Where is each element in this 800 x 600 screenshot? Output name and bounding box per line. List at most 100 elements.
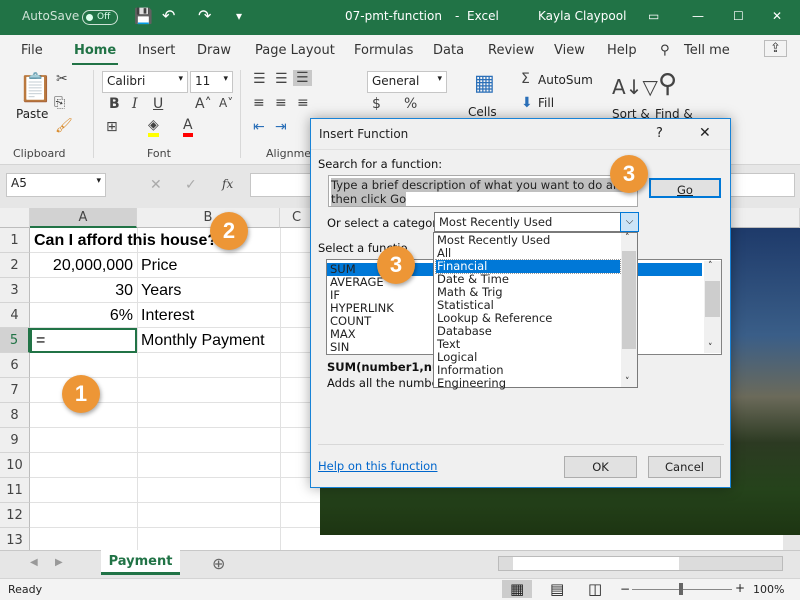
cell-b2[interactable]: Price [137,253,181,278]
row-header-10[interactable]: 10 [0,453,30,478]
category-option[interactable]: Database [436,325,620,338]
row-header-4[interactable]: 4 [0,303,30,328]
fill-color-icon[interactable]: ◈ [148,117,159,137]
tab-view[interactable]: View [554,43,585,58]
cell-a4[interactable]: 6% [30,303,137,328]
undo-icon[interactable]: ↶ [162,6,175,25]
category-scrollbar[interactable]: ˄ ˅ [621,233,637,387]
row-header-7[interactable]: 7 [0,378,30,403]
paste-button[interactable]: Paste [16,107,48,121]
zoom-out-icon[interactable]: − [620,582,630,596]
row-header-12[interactable]: 12 [0,503,30,528]
tab-help[interactable]: Help [607,43,637,58]
decrease-indent-icon[interactable]: ⇤ [253,119,265,135]
increase-font-icon[interactable]: A˄ [195,96,212,112]
cell-b3[interactable]: Years [137,278,185,303]
zoom-in-icon[interactable]: + [735,581,745,595]
decrease-font-icon[interactable]: A˅ [219,96,233,110]
bottom-align-icon[interactable]: ☰ [293,70,312,86]
currency-icon[interactable]: $ [372,96,381,112]
top-align-icon[interactable]: ☰ [253,71,266,87]
ok-button[interactable]: OK [564,456,637,478]
minimize-icon[interactable]: — [692,9,704,23]
cell-a5[interactable]: = [30,328,137,353]
function-list-scrollbar[interactable]: ˄ ˅ [704,261,721,353]
close-icon[interactable]: ✕ [772,9,782,23]
search-icon[interactable]: ⚲ [660,43,670,58]
borders-icon[interactable]: ⊞ [106,119,118,135]
new-sheet-icon[interactable]: ⊕ [212,554,225,573]
column-header-a[interactable]: A [30,208,137,228]
row-header-1[interactable]: 1 [0,228,30,253]
help-link[interactable]: Help on this function [318,459,437,473]
font-color-icon[interactable]: A [183,117,193,137]
name-box[interactable]: A5 ▾ [6,173,106,197]
italic-icon[interactable]: I [132,96,138,112]
tab-data[interactable]: Data [433,43,464,58]
cell-b5[interactable]: Monthly Payment [137,328,337,353]
save-icon[interactable]: 💾 [134,7,153,25]
horizontal-scrollbar[interactable] [498,556,783,571]
cancel-icon[interactable]: ✕ [150,177,162,193]
normal-view-icon[interactable]: ▦ [502,580,533,598]
row-header-5[interactable]: 5 [0,328,30,353]
copy-icon[interactable]: ⎘ [54,95,65,111]
number-format-select[interactable]: General ▾ [367,71,447,93]
align-left-icon[interactable]: ≡ [253,95,265,111]
font-size-select[interactable]: 11 ▾ [190,71,233,93]
enter-icon[interactable]: ✓ [185,177,197,193]
increase-indent-icon[interactable]: ⇥ [275,119,287,135]
category-option[interactable]: Engineering [436,377,620,390]
cancel-button[interactable]: Cancel [648,456,721,478]
tab-review[interactable]: Review [488,43,534,58]
category-select[interactable]: Most Recently Used [434,212,639,232]
cell-b4[interactable]: Interest [137,303,198,328]
redo-icon[interactable]: ↷ [198,6,211,25]
row-header-9[interactable]: 9 [0,428,30,453]
tab-file[interactable]: File [21,43,43,58]
go-button[interactable]: Go [649,178,721,198]
sort-filter-icon[interactable]: A↓▽ [612,75,658,99]
cell-a2[interactable]: 20,000,000 [30,253,137,278]
fill-icon[interactable]: ⬇ [521,95,533,111]
column-header-b[interactable]: B [137,208,280,228]
cell-a1[interactable]: Can I afford this house? [30,228,330,253]
cell-a3[interactable]: 30 [30,278,137,303]
tab-draw[interactable]: Draw [197,43,231,58]
customize-icon[interactable]: ▾ [236,9,242,23]
align-right-icon[interactable]: ≡ [297,95,309,111]
row-header-8[interactable]: 8 [0,403,30,428]
category-dropdown-list[interactable]: Most Recently Used All Financial Date & Tim… [433,232,638,390]
middle-align-icon[interactable]: ☰ [275,71,288,87]
search-input[interactable]: Type a brief description of what you wan… [328,175,638,207]
category-dropdown-icon[interactable]: ⌵ [620,212,639,232]
center-icon[interactable]: ≡ [275,95,287,111]
share-icon[interactable]: ⇪ [764,40,787,57]
tell-me[interactable]: Tell me [684,43,730,58]
tab-page-layout[interactable]: Page Layout [255,43,335,58]
close-icon[interactable]: ✕ [699,125,711,141]
category-option[interactable]: Most Recently Used [436,234,620,247]
next-sheet-icon[interactable]: ▶ [55,557,63,568]
cells-icon[interactable]: ▦ [474,71,495,96]
row-header-2[interactable]: 2 [0,253,30,278]
format-painter-icon[interactable]: 🖌 [55,118,73,134]
bold-icon[interactable]: B [109,96,120,112]
autosum-icon[interactable]: Σ [521,71,530,87]
autosave-toggle[interactable]: Off [82,10,118,25]
tab-insert[interactable]: Insert [138,43,175,58]
font-name-select[interactable]: Calibri ▾ [102,71,188,93]
autosum-button[interactable]: AutoSum [538,73,593,87]
zoom-slider-thumb[interactable] [679,583,683,595]
sheet-tab-payment[interactable]: Payment [101,550,180,575]
cells-button[interactable]: Cells [468,105,497,119]
page-layout-view-icon[interactable]: ▤ [550,580,564,598]
find-select-icon[interactable]: ⚲ [658,69,677,99]
insert-function-button[interactable]: fx [222,177,233,191]
help-icon[interactable]: ? [656,126,663,141]
percent-icon[interactable]: % [404,96,417,112]
prev-sheet-icon[interactable]: ◀ [30,557,38,568]
ribbon-display-icon[interactable]: ▭ [648,9,659,23]
cut-icon[interactable]: ✂ [56,71,68,87]
row-header-11[interactable]: 11 [0,478,30,503]
